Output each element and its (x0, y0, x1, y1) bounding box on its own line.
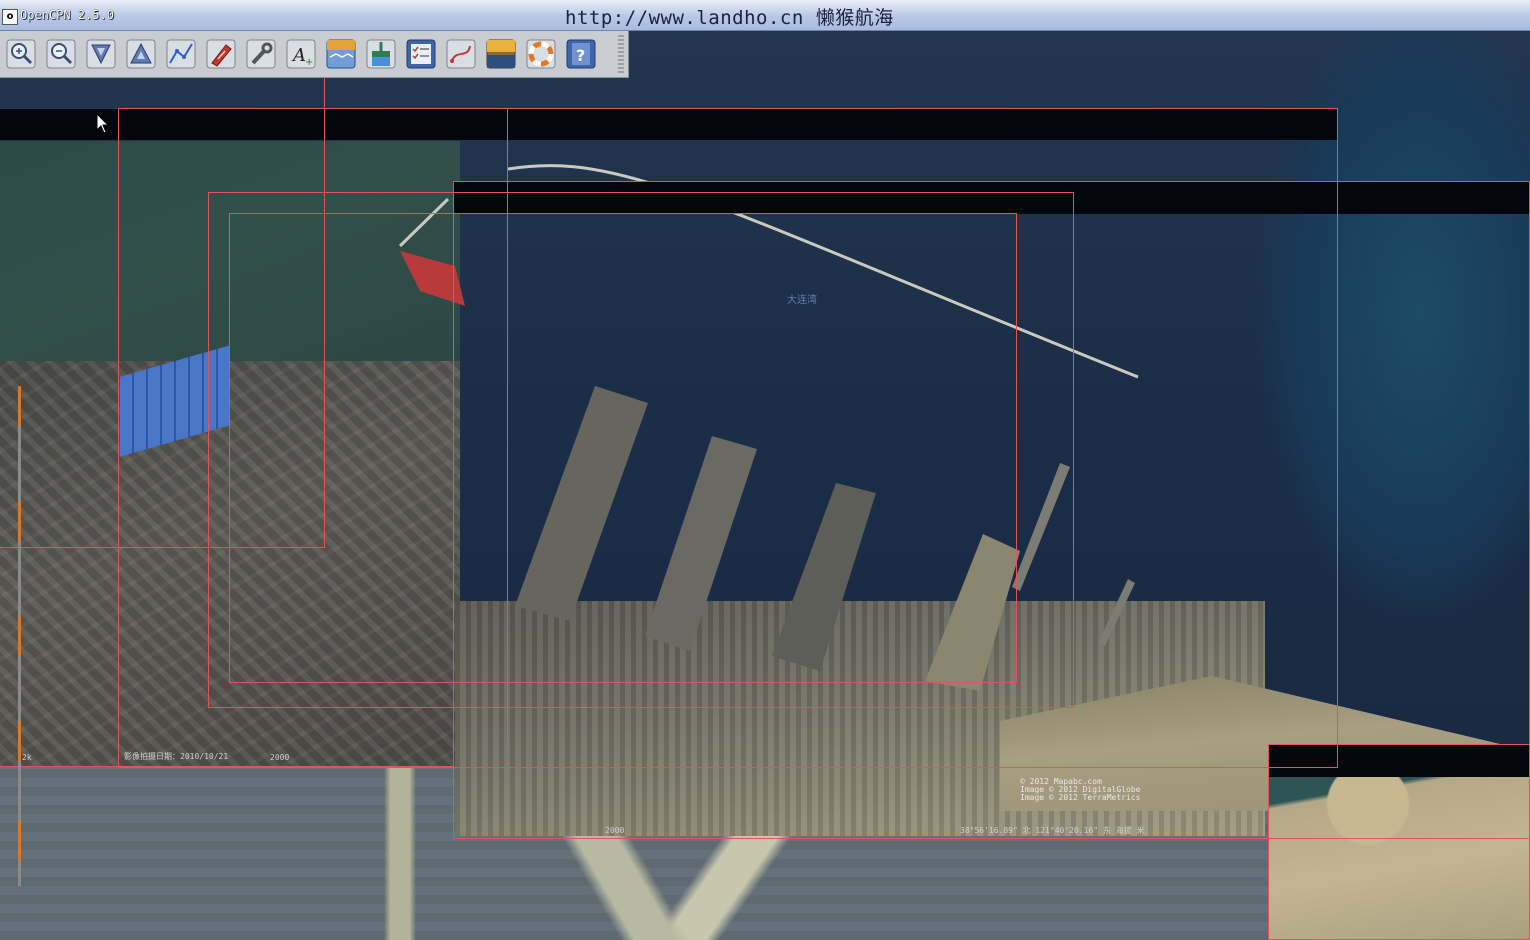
svg-text:+: + (305, 57, 313, 68)
chart-bar-segment (18, 616, 21, 656)
zoom-out-button[interactable] (45, 38, 77, 70)
track-button[interactable] (445, 38, 477, 70)
chart-bar-segment (18, 501, 21, 541)
zoom-in-icon (6, 39, 36, 69)
chart-bar-segment (18, 721, 21, 761)
tide-button[interactable] (365, 38, 397, 70)
route-manager-button[interactable] (405, 38, 437, 70)
chart-outline-horizontal-2 (0, 766, 453, 767)
scale-out-icon (126, 39, 156, 69)
chart-outline-4 (453, 181, 1530, 839)
place-label-dalian-bay: 大连湾 (787, 295, 817, 306)
chart-bar-segment (18, 821, 21, 861)
chart-quilt-button[interactable] (485, 38, 517, 70)
chart-outline-vertical-2 (507, 109, 508, 767)
chart-icon (486, 39, 516, 69)
imagery-credit: © 2012 Mapabc.com Image © 2012 DigitalGl… (1020, 778, 1140, 802)
chart-outline-horizontal (0, 547, 325, 548)
text-icon: A + (286, 39, 316, 69)
window-title: OpenCPN 2.5.0 (20, 8, 114, 22)
main-image-logo: 2000 (605, 826, 625, 835)
scale-in-button[interactable] (85, 38, 117, 70)
svg-text:A: A (291, 45, 306, 66)
track-icon (446, 39, 476, 69)
auto-follow-button[interactable] (205, 38, 237, 70)
mob-button[interactable] (525, 38, 557, 70)
svg-text:?: ? (576, 46, 585, 65)
left-image-logo: 2000 (270, 753, 290, 762)
help-button[interactable]: ? (565, 38, 597, 70)
zoom-in-button[interactable] (5, 38, 37, 70)
zoom-out-icon (46, 39, 76, 69)
toolbar-grip[interactable] (618, 35, 624, 73)
current-button[interactable] (325, 38, 357, 70)
checklist-icon (406, 39, 436, 69)
tide-icon (366, 39, 396, 69)
credit-line: Image © 2012 TerraMetrics (1020, 793, 1141, 802)
scale-out-button[interactable] (125, 38, 157, 70)
chart-bar-segment (18, 386, 21, 426)
wrench-icon (246, 39, 276, 69)
title-bar: o OpenCPN 2.5.0 http://www.landho.cn 懒猴航… (0, 0, 1530, 31)
ship-icon (206, 39, 236, 69)
scale-in-icon (86, 39, 116, 69)
settings-button[interactable] (245, 38, 277, 70)
help-icon: ? (566, 39, 596, 69)
chart-canvas[interactable]: 大连湾 影像拍摄日期：2010/10/21 2000 2000 38°56'16… (0, 31, 1530, 940)
left-scale-text: 2k (22, 753, 32, 762)
mouse-cursor-icon (96, 113, 110, 134)
main-image-coords: 38°56'16.89" 北 121°40'20.16" 东 海拔 米 (960, 826, 1145, 835)
app-icon: o (2, 9, 18, 25)
chart-outline-5 (1268, 744, 1530, 940)
route-button[interactable] (165, 38, 197, 70)
route-icon (166, 39, 196, 69)
lifebuoy-icon (526, 39, 556, 69)
current-icon (326, 39, 356, 69)
text-button[interactable]: A + (285, 38, 317, 70)
chart-outline-vertical (324, 78, 325, 548)
left-image-caption: 影像拍摄日期：2010/10/21 (124, 752, 229, 761)
main-toolbar: A + ? (0, 31, 629, 78)
watermark-text: http://www.landho.cn 懒猴航海 (565, 7, 894, 29)
